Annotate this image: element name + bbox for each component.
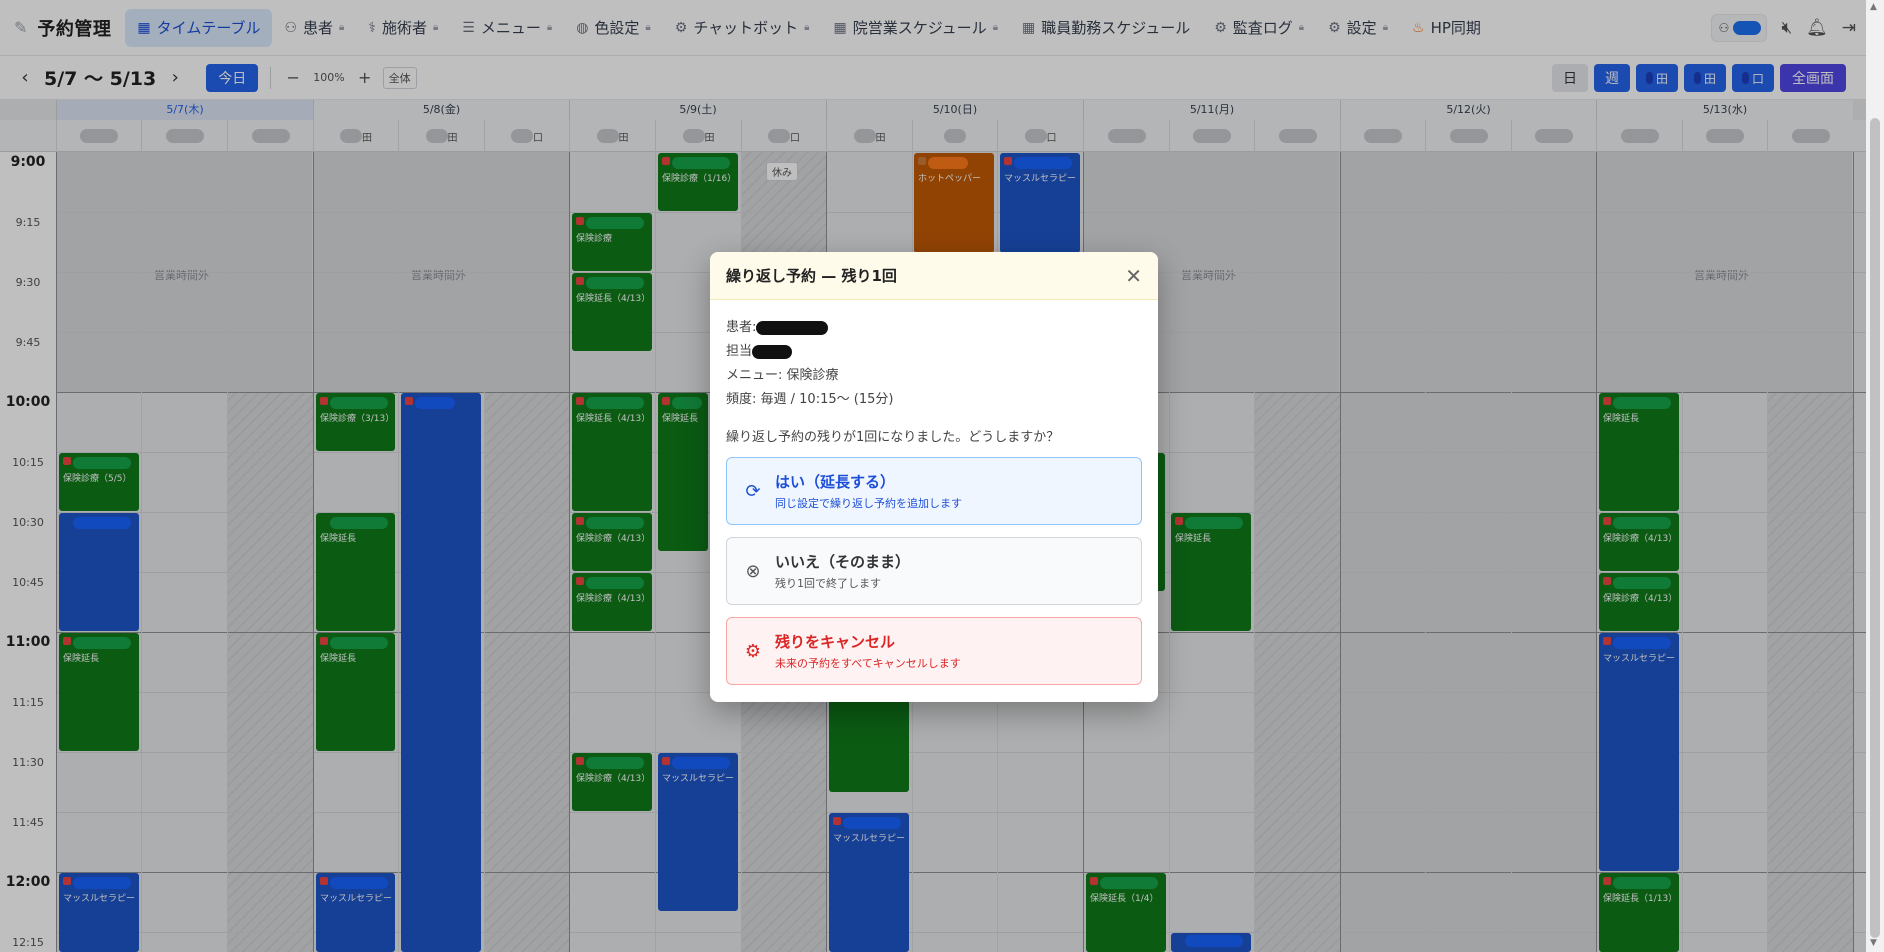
close-icon[interactable]: ✕ xyxy=(1125,264,1142,288)
option-title: 残りをキャンセル xyxy=(775,633,896,651)
cancel-remaining-button[interactable]: ⚙ 残りをキャンセル 未来の予約をすべてキャンセルします xyxy=(726,617,1142,685)
dialog-header: 繰り返し予約 — 残り1回 ✕ xyxy=(710,252,1158,300)
staff-label: 担当 xyxy=(726,344,753,359)
staff-name-redacted xyxy=(752,345,793,359)
app-window: ✎ 予約管理 ▦ タイムテーブル ⚇ 患者 🔒︎ ⚕ 施術者 🔒︎ ☰ メニュー 🔒︎ ◍ 色設… xyxy=(0,0,1866,952)
dialog-body: 患者: 担当 メニュー: 保険診療 頻度: 毎週 / 10:15〜 (15分) … xyxy=(710,300,1158,685)
option-text: 残りをキャンセル 未来の予約をすべてキャンセルします xyxy=(775,631,961,671)
option-title: いいえ（そのまま） xyxy=(775,553,911,571)
option-subtitle: 同じ設定で繰り返し予約を追加します xyxy=(775,497,962,510)
patient-name-redacted xyxy=(756,321,829,335)
patient-row: 患者: xyxy=(726,316,1142,340)
keep-option-button[interactable]: ⊗ いいえ（そのまま） 残り1回で終了します xyxy=(726,537,1142,605)
patient-label: 患者: xyxy=(726,320,757,335)
scrollbar-thumb[interactable] xyxy=(1870,118,1880,938)
staff-row: 担当 xyxy=(726,340,1142,364)
option-subtitle: 残り1回で終了します xyxy=(775,577,881,590)
extend-option-button[interactable]: ⟳ はい（延長する） 同じ設定で繰り返し予約を追加します xyxy=(726,457,1142,525)
dialog-title: 繰り返し予約 — 残り1回 xyxy=(726,267,897,285)
menu-row: メニュー: 保険診療 xyxy=(726,368,839,383)
scroll-up-icon[interactable]: ▲ xyxy=(1870,2,1877,12)
scroll-down-icon[interactable]: ▼ xyxy=(1870,938,1877,948)
gear-icon: ⚙ xyxy=(744,640,762,662)
page-scrollbar[interactable]: ▲ ▼ xyxy=(1866,0,1884,952)
repeat-reservation-dialog: 繰り返し予約 — 残り1回 ✕ 患者: 担当 メニュー: 保険診療 頻度: 毎週… xyxy=(710,252,1158,702)
dialog-question: 繰り返し予約の残りが1回になりました。どうしますか？ xyxy=(726,430,1060,445)
refresh-icon: ⟳ xyxy=(745,480,761,502)
option-text: いいえ（そのまま） 残り1回で終了します xyxy=(775,551,910,591)
frequency-row: 頻度: 毎週 / 10:15〜 (15分) xyxy=(726,392,894,407)
option-text: はい（延長する） 同じ設定で繰り返し予約を追加します xyxy=(775,471,962,511)
option-title: はい（延長する） xyxy=(775,473,896,491)
circle-x-icon: ⊗ xyxy=(745,560,761,582)
option-subtitle: 未来の予約をすべてキャンセルします xyxy=(775,657,961,670)
